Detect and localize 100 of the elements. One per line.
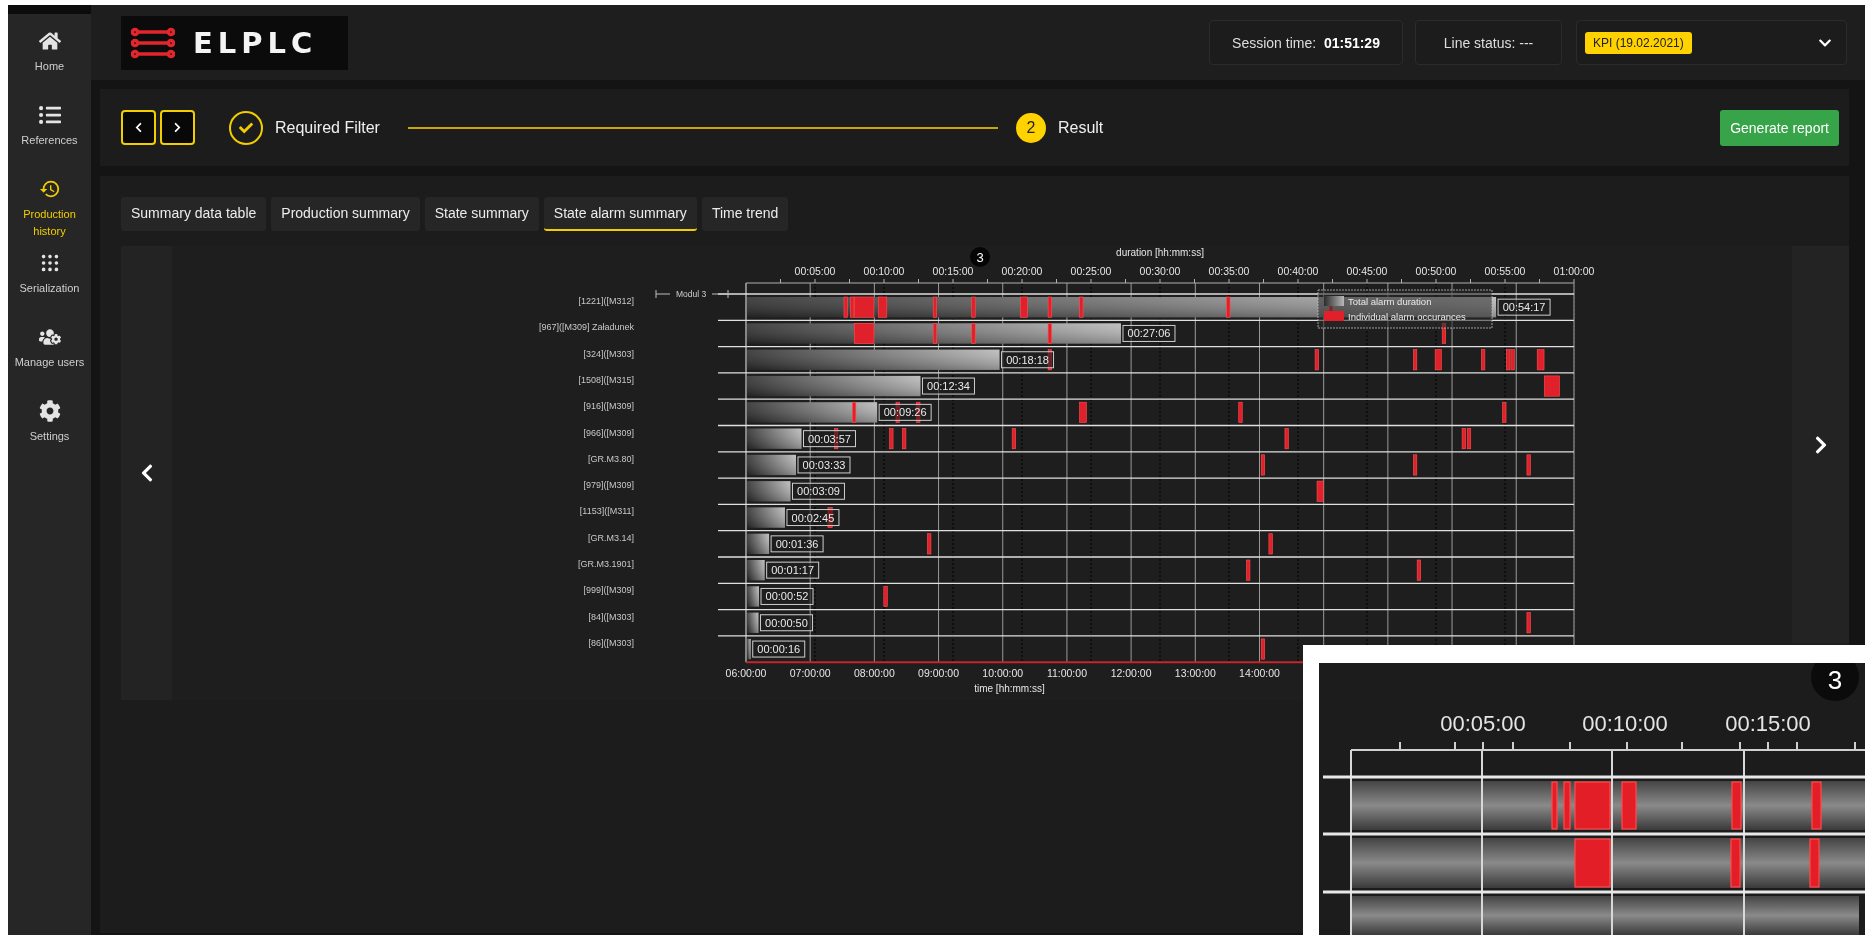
value-label: 00:03:57	[803, 430, 856, 448]
legend-swatch	[1324, 296, 1344, 306]
nav-item[interactable]: Serialization	[8, 246, 91, 320]
category-label: [1508]([M315]	[578, 374, 634, 385]
logo-text: ELPLC	[193, 25, 318, 60]
zoomed-alarm-marker	[1621, 781, 1637, 830]
value-label: 00:27:06	[1122, 324, 1176, 342]
value-label: 00:54:17	[1497, 298, 1551, 316]
alarm-marker	[1502, 401, 1507, 423]
category-label: [324]([M303]	[583, 348, 634, 359]
axis-title: time [hh:mm:ss]	[974, 683, 1045, 695]
value-label: 00:18:18	[1001, 351, 1055, 369]
zoomed-alarm-marker	[1731, 781, 1742, 830]
zoomed-alarm-marker	[1730, 838, 1741, 888]
alarm-marker	[1226, 296, 1231, 318]
nav-item[interactable]: Manage users	[8, 320, 91, 394]
duration-bar	[747, 481, 791, 502]
previous-button[interactable]	[121, 110, 156, 145]
report-dropdown[interactable]: KPI (19.02.2021)	[1576, 20, 1847, 65]
settings-icon	[38, 400, 61, 422]
value-label: 00:00:16	[752, 640, 806, 658]
tick-label: 09:00:00	[918, 667, 959, 680]
chevron-left-icon	[133, 122, 144, 133]
tick-label: 00:45:00	[1346, 265, 1388, 277]
alarm-marker	[1047, 349, 1052, 371]
alarm-marker	[1079, 401, 1087, 423]
value-label: 00:01:17	[766, 561, 820, 579]
tick-label: 00:40:00	[1277, 265, 1319, 277]
category-label: [84]([M303]	[588, 611, 634, 622]
alarm-marker	[883, 586, 888, 607]
zoomed-alarm-marker	[1551, 781, 1558, 830]
tab[interactable]: Time trend	[701, 197, 789, 231]
chevron-right-icon	[172, 122, 183, 133]
alarm-marker	[1047, 323, 1052, 344]
alarm-marker	[1284, 428, 1289, 450]
alarm-marker	[1020, 296, 1028, 318]
nav-item[interactable]: Production history	[8, 172, 91, 246]
duration-bar	[747, 560, 765, 581]
group-label: Modul 3	[675, 289, 707, 299]
alarm-marker	[1543, 375, 1560, 397]
category-label: [GR.M3.1901]	[577, 559, 634, 569]
category-label: [1153]([M311]	[579, 506, 634, 517]
category-label: [999]([M309]	[583, 585, 634, 596]
alarm-marker	[971, 296, 976, 318]
value-label: 00:09:26	[878, 403, 932, 421]
session-time: Session time: 01:51:29	[1232, 34, 1380, 51]
tick-label: 01:00:00	[1553, 265, 1595, 277]
tick-label: 07:00:00	[789, 667, 831, 680]
alarm-marker	[1047, 296, 1052, 318]
alarm-marker	[1441, 323, 1446, 344]
zoomed-alarm-marker	[1563, 781, 1571, 830]
step-label: Required Filter	[275, 118, 380, 137]
legend-label: Individual alarm occurances	[1348, 311, 1466, 322]
line-status: Line status: ---	[1443, 34, 1534, 51]
tab[interactable]: Summary data table	[121, 197, 267, 231]
alarm-marker	[1526, 454, 1531, 476]
tick-label: 12:00:00	[1110, 667, 1152, 680]
value-label: 00:01:36	[770, 535, 824, 553]
alarm-marker	[1246, 559, 1251, 581]
alarm-marker	[932, 296, 937, 318]
category-label: [GR.M3.80]	[588, 453, 634, 464]
tab[interactable]: State alarm summary	[543, 197, 697, 231]
history-icon	[38, 178, 61, 200]
alarm-marker	[1260, 638, 1265, 660]
category-label: [86]([M303]	[588, 637, 634, 648]
tick-label: 00:05:00	[1440, 711, 1526, 736]
duration-bar	[747, 454, 796, 476]
alarm-marker	[1268, 533, 1273, 555]
value-label: 00:00:52	[760, 587, 814, 605]
tick-label: 00:35:00	[1208, 265, 1250, 277]
tick-label: 00:15:00	[932, 265, 974, 277]
duration-bar	[747, 507, 785, 528]
tab[interactable]: Production summary	[271, 197, 420, 231]
zoomed-alarm-marker	[1574, 838, 1611, 888]
tab[interactable]: State summary	[424, 197, 539, 231]
value-label: 00:00:50	[759, 614, 813, 632]
zoomed-alarm-marker	[1811, 781, 1822, 830]
alarm-marker	[1526, 612, 1531, 634]
zoomed-alarm-marker	[1574, 781, 1611, 830]
value-label: 00:03:09	[791, 482, 845, 500]
nav-item[interactable]: Settings	[8, 394, 91, 468]
tick-label: 00:50:00	[1415, 265, 1457, 277]
users-gear-icon	[38, 326, 61, 348]
category-label: [GR.M3.14]	[588, 532, 634, 543]
alarm-marker	[1536, 349, 1545, 371]
list-icon	[38, 104, 61, 126]
tick-label: 00:05:00	[794, 265, 836, 277]
alarm-marker	[1079, 296, 1084, 318]
nav-item[interactable]: References	[8, 98, 91, 172]
alarm-marker	[1238, 401, 1243, 423]
nav-item[interactable]: Home	[8, 24, 91, 98]
tick-label: 13:00:00	[1174, 667, 1216, 680]
alarm-marker	[843, 296, 848, 318]
alarm-marker	[1413, 349, 1418, 371]
next-button[interactable]	[160, 110, 195, 145]
alarm-marker	[1316, 480, 1324, 502]
alarm-marker	[902, 428, 907, 450]
tick-label: 00:25:00	[1070, 265, 1112, 277]
tick-label: 10:00:00	[982, 667, 1024, 680]
alarm-marker	[852, 401, 857, 423]
